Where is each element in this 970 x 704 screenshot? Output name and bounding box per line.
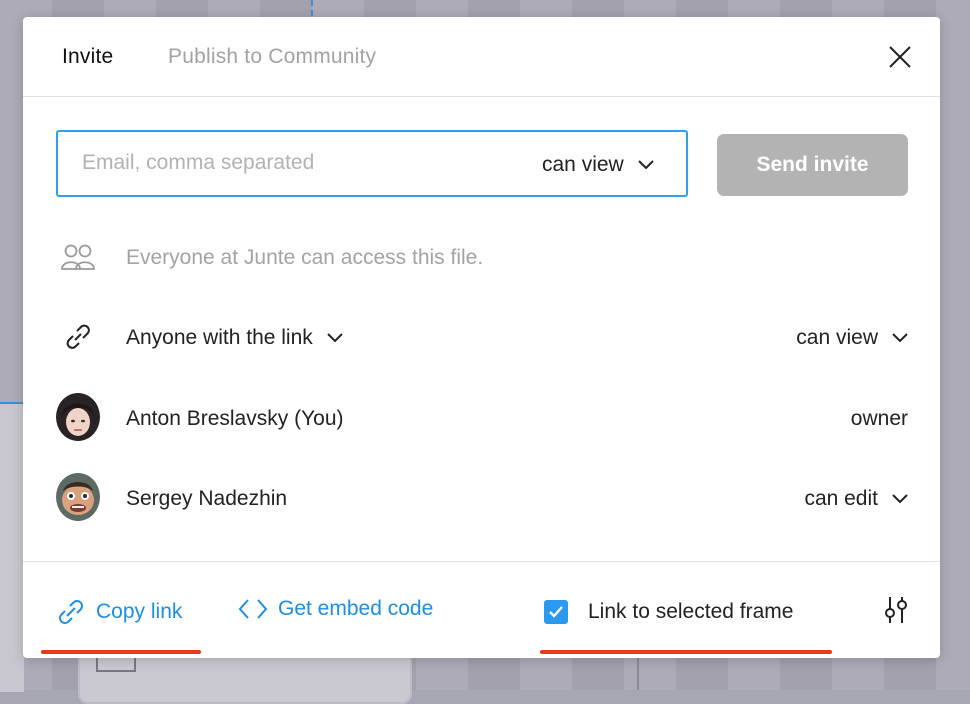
link-frame-checkbox[interactable] xyxy=(544,600,568,624)
check-icon xyxy=(549,606,563,618)
invite-permission-label: can view xyxy=(542,153,624,176)
chevron-down-icon xyxy=(892,494,908,504)
link-icon xyxy=(59,600,83,624)
member-role: owner xyxy=(850,407,908,430)
org-access-row: Everyone at Junte can access this file. xyxy=(23,232,940,282)
copy-link-button[interactable]: Copy link xyxy=(56,597,182,627)
link-access-row: Anyone with the link can view xyxy=(23,312,940,362)
link-permission-dropdown[interactable]: can view xyxy=(796,326,908,350)
member-name: Anton Breslavsky (You) xyxy=(126,407,344,430)
avatar xyxy=(56,473,100,521)
link-icon xyxy=(66,324,90,349)
tab-publish[interactable]: Publish to Community xyxy=(168,45,376,69)
chevron-down-icon xyxy=(327,333,343,343)
annotation-underline xyxy=(540,650,832,654)
annotation-underline xyxy=(41,650,201,654)
canvas-panel xyxy=(0,402,24,692)
canvas-guide xyxy=(311,0,313,16)
email-field: can view xyxy=(56,130,688,197)
link-access-dropdown[interactable]: Anyone with the link xyxy=(126,326,343,350)
share-modal: Invite Publish to Community can view Sen… xyxy=(23,17,940,658)
modal-tabs: Invite Publish to Community xyxy=(23,17,940,97)
link-access-label: Anyone with the link xyxy=(126,326,313,349)
member-row: Anton Breslavsky (You) owner xyxy=(23,393,940,443)
avatar xyxy=(56,393,100,441)
code-icon xyxy=(238,599,268,619)
people-icon xyxy=(61,244,95,270)
member-role-dropdown[interactable]: can edit xyxy=(804,487,908,511)
chevron-down-icon xyxy=(637,160,654,170)
close-icon[interactable] xyxy=(888,45,912,69)
canvas-divider xyxy=(637,655,639,690)
copy-link-label: Copy link xyxy=(96,600,183,623)
settings-sliders-icon[interactable] xyxy=(883,595,909,625)
embed-code-label: Get embed code xyxy=(278,597,434,620)
link-frame-label: Link to selected frame xyxy=(588,600,794,623)
invite-permission-dropdown[interactable]: can view xyxy=(542,153,654,177)
link-permission-label: can view xyxy=(796,326,878,349)
email-input[interactable] xyxy=(82,146,502,180)
member-name: Sergey Nadezhin xyxy=(126,487,288,510)
embed-code-button[interactable]: Get embed code xyxy=(238,597,433,621)
send-invite-button[interactable]: Send invite xyxy=(717,134,908,196)
tab-invite[interactable]: Invite xyxy=(62,45,113,69)
chevron-down-icon xyxy=(892,333,908,343)
org-access-note: Everyone at Junte can access this file. xyxy=(126,246,484,269)
link-frame-toggle[interactable]: Link to selected frame xyxy=(544,600,793,624)
member-role: can edit xyxy=(804,487,878,510)
modal-footer: Copy link Get embed code Link to selecte… xyxy=(23,561,940,659)
member-row: Sergey Nadezhin can edit xyxy=(23,473,940,523)
